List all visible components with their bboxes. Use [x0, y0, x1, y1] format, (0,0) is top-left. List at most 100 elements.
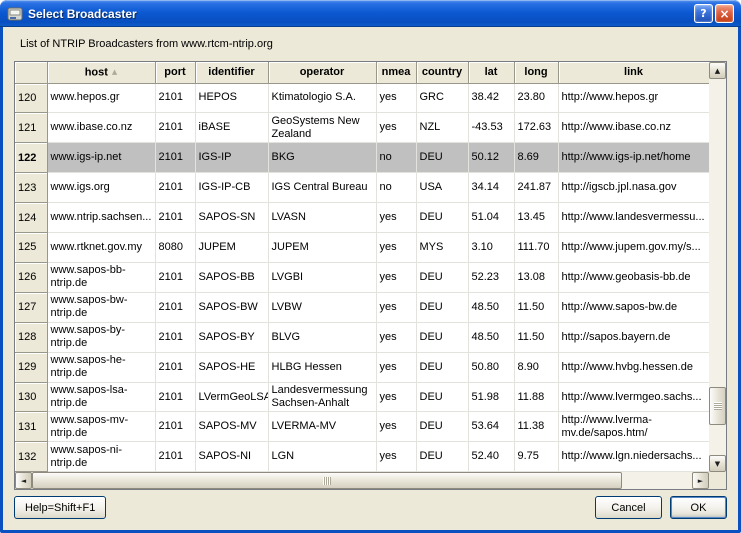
row-header[interactable]: 125 — [15, 233, 47, 263]
cell-long[interactable]: 13.08 — [514, 262, 558, 292]
row-header[interactable]: 127 — [15, 292, 47, 322]
cell-link[interactable]: http://sapos.bayern.de — [558, 322, 709, 352]
cell-host[interactable]: www.ibase.co.nz — [47, 113, 155, 143]
cell-operator[interactable]: IGS Central Bureau — [268, 173, 376, 203]
cell-identifier[interactable]: SAPOS-BW — [195, 292, 268, 322]
cell-link[interactable]: http://www.hepos.gr — [558, 83, 709, 113]
cell-identifier[interactable]: SAPOS-NI — [195, 442, 268, 472]
horizontal-scrollbar[interactable]: ◄ ► — [15, 472, 709, 489]
cell-link[interactable]: http://www.lverma-mv.de/sapos.htm/ — [558, 412, 709, 442]
row-header[interactable]: 129 — [15, 352, 47, 382]
cell-country[interactable]: DEU — [416, 442, 468, 472]
cell-lat[interactable]: 53.64 — [468, 412, 514, 442]
cell-host[interactable]: www.sapos-ni-ntrip.de — [47, 442, 155, 472]
cell-nmea[interactable]: yes — [376, 113, 416, 143]
cell-nmea[interactable]: yes — [376, 233, 416, 263]
cell-operator[interactable]: LVGBI — [268, 262, 376, 292]
cell-country[interactable]: NZL — [416, 113, 468, 143]
cell-country[interactable]: DEU — [416, 262, 468, 292]
help-shortcut-button[interactable]: Help=Shift+F1 — [14, 496, 106, 519]
cell-port[interactable]: 2101 — [155, 203, 195, 233]
vertical-scrollbar[interactable]: ▲ ▼ — [709, 62, 726, 472]
cell-country[interactable]: GRC — [416, 83, 468, 113]
cell-long[interactable]: 172.63 — [514, 113, 558, 143]
cell-nmea[interactable]: yes — [376, 203, 416, 233]
cell-host[interactable]: www.ntrip.sachsen... — [47, 203, 155, 233]
cell-identifier[interactable]: SAPOS-BY — [195, 322, 268, 352]
cell-port[interactable]: 2101 — [155, 412, 195, 442]
cell-operator[interactable]: GeoSystems New Zealand — [268, 113, 376, 143]
table-row[interactable]: 125www.rtknet.gov.my8080JUPEMJUPEMyesMYS… — [15, 233, 709, 263]
column-header-port[interactable]: port — [155, 62, 195, 83]
row-header[interactable]: 126 — [15, 262, 47, 292]
cell-lat[interactable]: 34.14 — [468, 173, 514, 203]
table-row[interactable]: 128www.sapos-by-ntrip.de2101SAPOS-BYBLVG… — [15, 322, 709, 352]
cell-country[interactable]: DEU — [416, 203, 468, 233]
row-header[interactable]: 124 — [15, 203, 47, 233]
horizontal-scroll-thumb[interactable] — [32, 472, 622, 489]
cell-host[interactable]: www.sapos-bb-ntrip.de — [47, 262, 155, 292]
cell-host[interactable]: www.sapos-bw-ntrip.de — [47, 292, 155, 322]
cell-port[interactable]: 2101 — [155, 83, 195, 113]
cell-host[interactable]: www.igs-ip.net — [47, 143, 155, 173]
cell-long[interactable]: 241.87 — [514, 173, 558, 203]
cell-long[interactable]: 13.45 — [514, 203, 558, 233]
cell-lat[interactable]: 52.40 — [468, 442, 514, 472]
cell-port[interactable]: 2101 — [155, 382, 195, 412]
cell-operator[interactable]: JUPEM — [268, 233, 376, 263]
table-row[interactable]: 130www.sapos-lsa-ntrip.de2101LVermGeoLSA… — [15, 382, 709, 412]
column-header-nmea[interactable]: nmea — [376, 62, 416, 83]
cell-identifier[interactable]: SAPOS-BB — [195, 262, 268, 292]
cell-identifier[interactable]: SAPOS-MV — [195, 412, 268, 442]
row-header[interactable]: 121 — [15, 113, 47, 143]
cell-port[interactable]: 2101 — [155, 262, 195, 292]
cell-country[interactable]: MYS — [416, 233, 468, 263]
row-header[interactable]: 132 — [15, 442, 47, 472]
cell-port[interactable]: 2101 — [155, 113, 195, 143]
cell-port[interactable]: 2101 — [155, 143, 195, 173]
cell-operator[interactable]: LGN — [268, 442, 376, 472]
cell-operator[interactable]: Ktimatologio S.A. — [268, 83, 376, 113]
cell-identifier[interactable]: IGS-IP-CB — [195, 173, 268, 203]
cell-port[interactable]: 2101 — [155, 292, 195, 322]
cell-long[interactable]: 23.80 — [514, 83, 558, 113]
column-header-identifier[interactable]: identifier — [195, 62, 268, 83]
cell-link[interactable]: http://www.jupem.gov.my/s... — [558, 233, 709, 263]
cell-operator[interactable]: HLBG Hessen — [268, 352, 376, 382]
cell-link[interactable]: http://www.lgn.niedersachs... — [558, 442, 709, 472]
row-header[interactable]: 131 — [15, 412, 47, 442]
cell-lat[interactable]: -43.53 — [468, 113, 514, 143]
table-row[interactable]: 122www.igs-ip.net2101IGS-IPBKGnoDEU50.12… — [15, 143, 709, 173]
cell-long[interactable]: 11.38 — [514, 412, 558, 442]
cell-nmea[interactable]: yes — [376, 442, 416, 472]
cell-operator[interactable]: Landesvermessung Sachsen-Anhalt — [268, 382, 376, 412]
cell-host[interactable]: www.igs.org — [47, 173, 155, 203]
cell-host[interactable]: www.sapos-lsa-ntrip.de — [47, 382, 155, 412]
cell-lat[interactable]: 50.12 — [468, 143, 514, 173]
cell-identifier[interactable]: iBASE — [195, 113, 268, 143]
row-header[interactable]: 130 — [15, 382, 47, 412]
cell-host[interactable]: www.hepos.gr — [47, 83, 155, 113]
cell-lat[interactable]: 52.23 — [468, 262, 514, 292]
table-row[interactable]: 129www.sapos-he-ntrip.de2101SAPOS-HEHLBG… — [15, 352, 709, 382]
cell-nmea[interactable]: no — [376, 173, 416, 203]
cell-long[interactable]: 11.50 — [514, 292, 558, 322]
cell-lat[interactable]: 3.10 — [468, 233, 514, 263]
cell-link[interactable]: http://www.lvermgeo.sachs... — [558, 382, 709, 412]
table-row[interactable]: 120www.hepos.gr2101HEPOSKtimatologio S.A… — [15, 83, 709, 113]
scroll-right-icon[interactable]: ► — [692, 472, 709, 489]
cell-long[interactable]: 11.88 — [514, 382, 558, 412]
scroll-down-icon[interactable]: ▼ — [709, 455, 726, 472]
cell-port[interactable]: 8080 — [155, 233, 195, 263]
cell-long[interactable]: 11.50 — [514, 322, 558, 352]
cell-link[interactable]: http://www.sapos-bw.de — [558, 292, 709, 322]
cell-long[interactable]: 111.70 — [514, 233, 558, 263]
column-header-host[interactable]: host▲ — [47, 62, 155, 83]
cell-country[interactable]: DEU — [416, 292, 468, 322]
cell-link[interactable]: http://www.landesvermessu... — [558, 203, 709, 233]
cell-country[interactable]: DEU — [416, 143, 468, 173]
cell-nmea[interactable]: yes — [376, 83, 416, 113]
cell-operator[interactable]: LVBW — [268, 292, 376, 322]
column-header-lat[interactable]: lat — [468, 62, 514, 83]
context-help-button[interactable]: ? — [694, 4, 713, 23]
